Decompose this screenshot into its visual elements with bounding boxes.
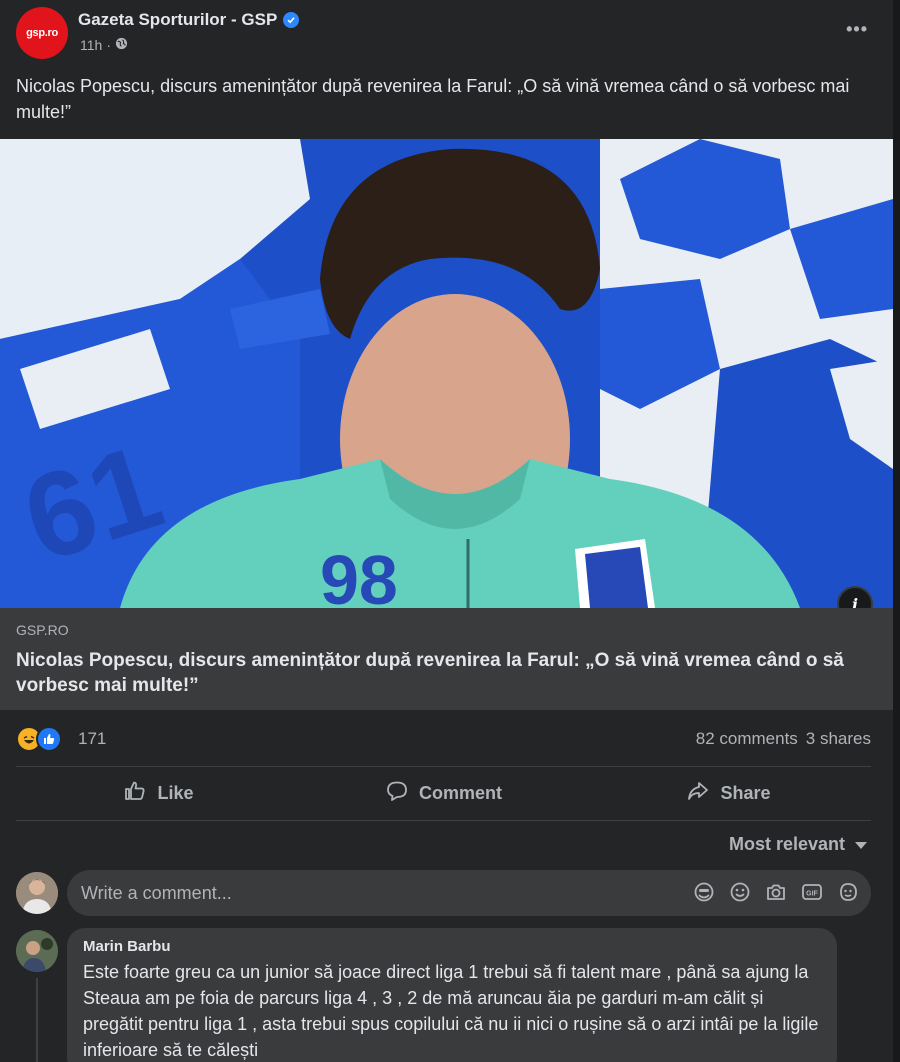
share-label: Share	[720, 782, 771, 803]
more-icon[interactable]: •••	[846, 19, 868, 40]
post-card: gsp.ro Gazeta Sporturilor - GSP 11h · ••…	[0, 0, 893, 1062]
comment-icon	[385, 779, 409, 808]
comment-button[interactable]: Comment	[301, 767, 586, 819]
share-icon	[686, 779, 710, 808]
avatar[interactable]	[16, 930, 58, 972]
like-icon	[123, 779, 147, 808]
emoji-icon[interactable]	[729, 881, 751, 903]
meta-separator: ·	[106, 37, 111, 53]
camera-icon[interactable]	[765, 881, 787, 903]
link-title: Nicolas Popescu, discurs amenințător dup…	[16, 650, 844, 696]
comment-author[interactable]: Marin Barbu	[83, 938, 821, 955]
gif-icon[interactable]: GIF	[801, 881, 823, 903]
page-avatar-text: gsp.ro	[26, 27, 58, 39]
comment-bubble: Marin Barbu Este foarte greu ca un junio…	[67, 928, 837, 1062]
comments-count[interactable]: 82 comments	[696, 729, 798, 749]
sticker-icon[interactable]	[693, 881, 715, 903]
sort-label: Most relevant	[728, 834, 845, 854]
thread-line	[36, 978, 38, 1062]
shares-count[interactable]: 3 shares	[806, 729, 871, 749]
composer-tools: GIF	[693, 881, 859, 903]
like-label: Like	[157, 782, 194, 803]
reactions-bar: 171 82 comments 3 shares	[16, 726, 871, 754]
like-reaction-icon	[36, 726, 62, 752]
share-button[interactable]: Share	[586, 767, 871, 819]
divider	[16, 820, 871, 821]
reaction-count[interactable]: 171	[78, 729, 106, 749]
jersey-number: 98	[320, 541, 398, 608]
globe-icon	[115, 37, 128, 53]
post-meta: 11h ·	[80, 37, 128, 53]
page-name-row: Gazeta Sporturilor - GSP	[78, 10, 300, 30]
post-header: gsp.ro Gazeta Sporturilor - GSP 11h · ••…	[16, 7, 876, 63]
post-timestamp[interactable]: 11h	[80, 37, 102, 53]
page-avatar[interactable]: gsp.ro	[16, 7, 68, 59]
link-preview[interactable]: GSP.RO Nicolas Popescu, discurs amenință…	[0, 608, 893, 710]
post-text: Nicolas Popescu, discurs amenințător dup…	[16, 76, 850, 122]
verified-icon	[283, 12, 300, 28]
avatar[interactable]	[16, 872, 58, 914]
page-name[interactable]: Gazeta Sporturilor - GSP	[78, 10, 277, 30]
like-button[interactable]: Like	[16, 767, 301, 819]
post-actions: Like Comment Share	[16, 767, 871, 819]
chevron-down-icon	[855, 834, 867, 855]
scrollbar-track[interactable]	[893, 0, 900, 1062]
comment-sort-dropdown[interactable]: Most relevant	[729, 834, 867, 855]
svg-text:GIF: GIF	[806, 891, 818, 898]
comment-composer: GIF	[16, 870, 871, 916]
comment-text: Este foarte greu ca un junior să joace d…	[83, 962, 819, 1060]
avatar-sticker-icon[interactable]	[837, 881, 859, 903]
comment-label: Comment	[418, 782, 502, 803]
post-image[interactable]: 61 98 i	[0, 139, 893, 608]
reaction-icons[interactable]	[16, 726, 62, 752]
link-domain: GSP.RO	[16, 622, 69, 638]
engagement-counts: 82 comments 3 shares	[696, 729, 871, 749]
